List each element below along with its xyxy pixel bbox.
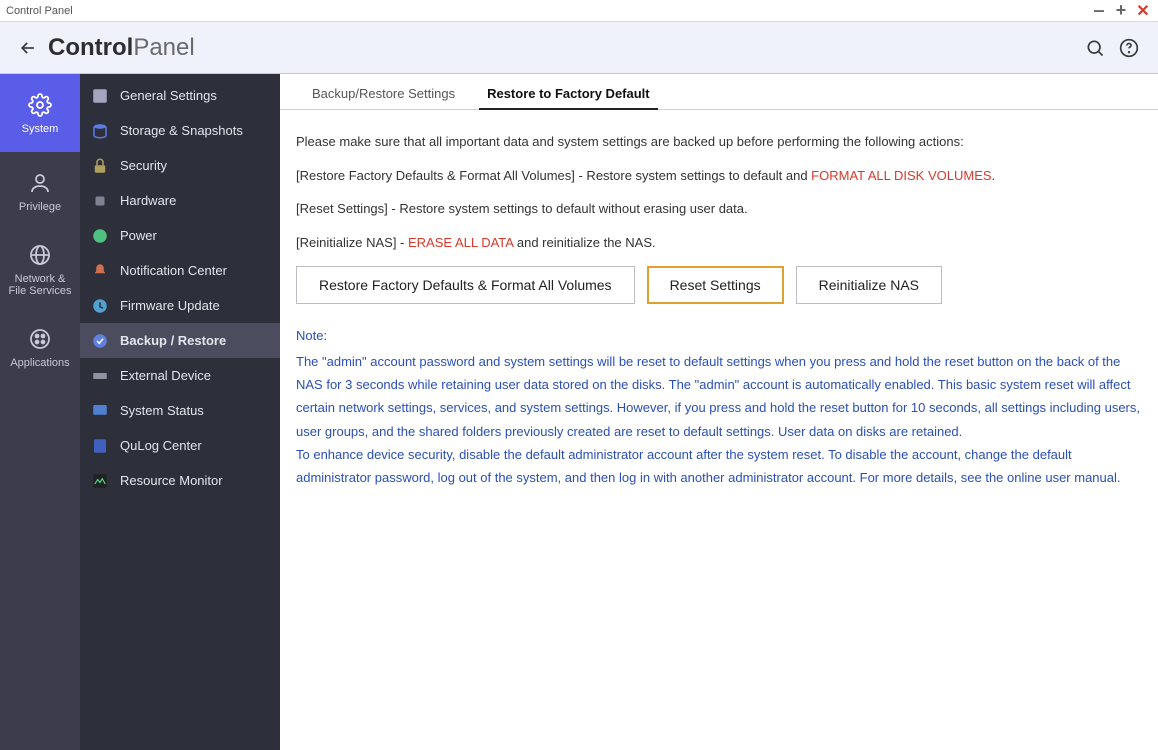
sidebar-item-label: Firmware Update bbox=[120, 298, 220, 313]
sidebar-item-storage[interactable]: Storage & Snapshots bbox=[80, 113, 280, 148]
intro-text: Please make sure that all important data… bbox=[296, 132, 1142, 152]
tab-label: Restore to Factory Default bbox=[487, 86, 650, 101]
storage-icon bbox=[90, 121, 110, 141]
sidebar-item-external[interactable]: External Device bbox=[80, 358, 280, 393]
chip-icon bbox=[90, 191, 110, 211]
sidebar-item-resource[interactable]: Resource Monitor bbox=[80, 463, 280, 498]
help-button[interactable] bbox=[1114, 33, 1144, 63]
sidebar-item-general[interactable]: General Settings bbox=[80, 78, 280, 113]
sidebar-item-label: Power bbox=[120, 228, 157, 243]
rail-label: Privilege bbox=[19, 201, 61, 213]
close-icon[interactable]: ✕ bbox=[1134, 2, 1152, 20]
tab-bar: Backup/Restore Settings Restore to Facto… bbox=[280, 74, 1158, 110]
action-buttons: Restore Factory Defaults & Format All Vo… bbox=[296, 266, 1142, 304]
sidebar-item-hardware[interactable]: Hardware bbox=[80, 183, 280, 218]
tab-label: Backup/Restore Settings bbox=[312, 86, 455, 101]
minimize-icon[interactable]: ‒ bbox=[1090, 2, 1108, 20]
note-paragraph: To enhance device security, disable the … bbox=[296, 443, 1142, 490]
sidebar-item-label: General Settings bbox=[120, 88, 217, 103]
sidebar: General Settings Storage & Snapshots Sec… bbox=[80, 74, 280, 750]
sidebar-item-label: System Status bbox=[120, 403, 204, 418]
sidebar-item-status[interactable]: System Status bbox=[80, 393, 280, 428]
arrow-left-icon bbox=[18, 38, 38, 58]
update-icon bbox=[90, 296, 110, 316]
rail-privilege[interactable]: Privilege bbox=[0, 152, 80, 230]
note-paragraph: The "admin" account password and system … bbox=[296, 350, 1142, 444]
content-area: Please make sure that all important data… bbox=[280, 110, 1158, 512]
rail-applications[interactable]: Applications bbox=[0, 308, 80, 386]
sidebar-item-label: External Device bbox=[120, 368, 211, 383]
window-title: Control Panel bbox=[6, 5, 1086, 17]
maximize-icon[interactable]: + bbox=[1112, 2, 1130, 20]
app-title-bold: Control bbox=[48, 34, 133, 61]
chart-icon bbox=[90, 471, 110, 491]
rail-label: Network & File Services bbox=[9, 273, 72, 297]
tab-restore-factory[interactable]: Restore to Factory Default bbox=[471, 78, 666, 109]
sidebar-item-label: QuLog Center bbox=[120, 438, 202, 453]
sidebar-item-label: Backup / Restore bbox=[120, 333, 226, 348]
back-button[interactable] bbox=[14, 34, 42, 62]
sidebar-item-notification[interactable]: Notification Center bbox=[80, 253, 280, 288]
note-title: Note: bbox=[296, 326, 1142, 346]
rail-network[interactable]: Network & File Services bbox=[0, 230, 80, 308]
reset-settings-button[interactable]: Reset Settings bbox=[647, 266, 784, 304]
tab-backup-restore-settings[interactable]: Backup/Restore Settings bbox=[296, 78, 471, 109]
window-titlebar: Control Panel ‒ + ✕ bbox=[0, 0, 1158, 22]
settings-icon bbox=[90, 86, 110, 106]
drive-icon bbox=[90, 366, 110, 386]
user-icon bbox=[26, 169, 54, 197]
app-title-light: Panel bbox=[133, 34, 194, 61]
sidebar-item-firmware[interactable]: Firmware Update bbox=[80, 288, 280, 323]
globe-icon bbox=[26, 241, 54, 269]
rail-label: System bbox=[22, 123, 59, 135]
note-block: Note: The "admin" account password and s… bbox=[296, 326, 1142, 490]
restore-format-button[interactable]: Restore Factory Defaults & Format All Vo… bbox=[296, 266, 635, 304]
rail-label: Applications bbox=[10, 357, 69, 369]
app-title: ControlPanel bbox=[48, 34, 195, 62]
sidebar-item-label: Storage & Snapshots bbox=[120, 123, 243, 138]
line-restore-format: [Restore Factory Defaults & Format All V… bbox=[296, 166, 1142, 186]
backup-icon bbox=[90, 331, 110, 351]
monitor-icon bbox=[90, 401, 110, 421]
sidebar-item-power[interactable]: Power bbox=[80, 218, 280, 253]
sidebar-item-label: Resource Monitor bbox=[120, 473, 223, 488]
bell-icon bbox=[90, 261, 110, 281]
sidebar-item-security[interactable]: Security bbox=[80, 148, 280, 183]
warn-text: ERASE ALL DATA bbox=[408, 235, 513, 250]
sidebar-item-label: Security bbox=[120, 158, 167, 173]
sidebar-item-qulog[interactable]: QuLog Center bbox=[80, 428, 280, 463]
app-header: ControlPanel bbox=[0, 22, 1158, 74]
warn-text: FORMAT ALL DISK VOLUMES bbox=[811, 168, 991, 183]
line-reinit: [Reinitialize NAS] - ERASE ALL DATA and … bbox=[296, 233, 1142, 253]
log-icon bbox=[90, 436, 110, 456]
search-button[interactable] bbox=[1080, 33, 1110, 63]
lock-icon bbox=[90, 156, 110, 176]
main-panel: Backup/Restore Settings Restore to Facto… bbox=[280, 74, 1158, 750]
power-icon bbox=[90, 226, 110, 246]
category-rail: System Privilege Network & File Services… bbox=[0, 74, 80, 750]
help-icon bbox=[1119, 38, 1139, 58]
reinit-nas-button[interactable]: Reinitialize NAS bbox=[796, 266, 942, 304]
line-reset: [Reset Settings] - Restore system settin… bbox=[296, 199, 1142, 219]
rail-system[interactable]: System bbox=[0, 74, 80, 152]
sidebar-item-backup[interactable]: Backup / Restore bbox=[80, 323, 280, 358]
gear-icon bbox=[26, 91, 54, 119]
search-icon bbox=[1085, 38, 1105, 58]
sidebar-item-label: Hardware bbox=[120, 193, 176, 208]
apps-icon bbox=[26, 325, 54, 353]
sidebar-item-label: Notification Center bbox=[120, 263, 227, 278]
